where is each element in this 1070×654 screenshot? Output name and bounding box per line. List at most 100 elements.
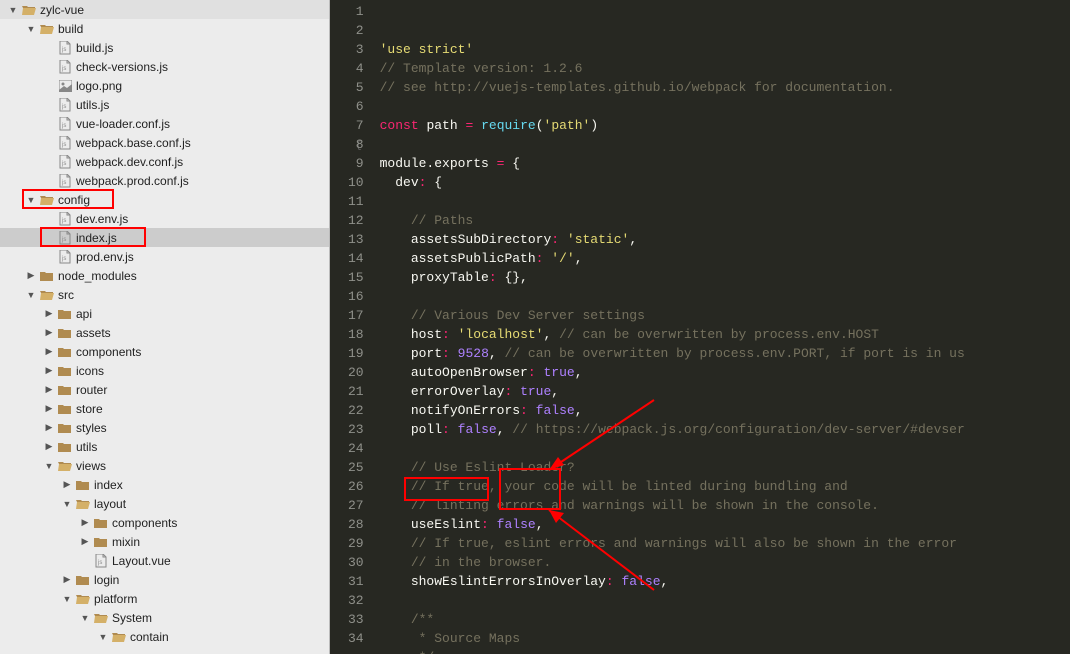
tree-item-index[interactable]: ▶index <box>0 475 329 494</box>
code-line[interactable]: 'use strict' <box>380 40 1070 59</box>
tree-item-webpack-base-conf-js[interactable]: jswebpack.base.conf.js <box>0 133 329 152</box>
code-line[interactable]: errorOverlay: true, <box>380 382 1070 401</box>
code-line[interactable]: assetsPublicPath: '/', <box>380 249 1070 268</box>
code-line[interactable] <box>380 135 1070 154</box>
code-line[interactable]: showEslintErrorsInOverlay: false, <box>380 572 1070 591</box>
expand-arrow-icon[interactable]: ▶ <box>62 574 72 585</box>
tree-item-check-versions-js[interactable]: jscheck-versions.js <box>0 57 329 76</box>
code-line[interactable]: // in the browser. <box>380 553 1070 572</box>
code-line[interactable]: port: 9528, // can be overwritten by pro… <box>380 344 1070 363</box>
expand-arrow-icon[interactable]: ▶ <box>62 479 72 490</box>
expand-arrow-icon[interactable]: ▼ <box>26 24 36 34</box>
expand-arrow-icon[interactable]: ▶ <box>26 270 36 281</box>
code-line[interactable] <box>380 439 1070 458</box>
token-bool: false <box>458 422 497 437</box>
expand-arrow-icon[interactable]: ▼ <box>26 290 36 300</box>
expand-arrow-icon[interactable]: ▼ <box>62 499 72 509</box>
tree-item-utils-js[interactable]: jsutils.js <box>0 95 329 114</box>
tree-item-assets[interactable]: ▶assets <box>0 323 329 342</box>
expand-arrow-icon[interactable]: ▼ <box>80 613 90 623</box>
tree-item-index-js[interactable]: jsindex.js <box>0 228 329 247</box>
tree-item-config[interactable]: ▼config <box>0 190 329 209</box>
expand-arrow-icon[interactable]: ▶ <box>44 308 54 319</box>
svg-text:js: js <box>61 180 66 186</box>
code-line[interactable]: autoOpenBrowser: true, <box>380 363 1070 382</box>
tree-item-views[interactable]: ▼views <box>0 456 329 475</box>
code-line[interactable]: dev: { <box>380 173 1070 192</box>
tree-item-logo-png[interactable]: logo.png <box>0 76 329 95</box>
expand-arrow-icon[interactable]: ▶ <box>44 327 54 338</box>
tree-item-label: webpack.base.conf.js <box>76 136 191 150</box>
expand-arrow-icon[interactable]: ▶ <box>80 517 90 528</box>
tree-item-label: components <box>112 516 177 530</box>
expand-arrow-icon[interactable]: ▶ <box>44 346 54 357</box>
code-line[interactable]: // Use Eslint Loader? <box>380 458 1070 477</box>
code-line[interactable]: // Template version: 1.2.6 <box>380 59 1070 78</box>
code-line[interactable] <box>380 591 1070 610</box>
line-number: 22 <box>348 401 364 420</box>
tree-item-utils[interactable]: ▶utils <box>0 437 329 456</box>
code-line[interactable]: // Paths <box>380 211 1070 230</box>
line-number: 2 <box>348 21 364 40</box>
code-line[interactable]: // Various Dev Server settings <box>380 306 1070 325</box>
tree-item-prod-env-js[interactable]: jsprod.env.js <box>0 247 329 266</box>
tree-item-router[interactable]: ▶router <box>0 380 329 399</box>
tree-item-store[interactable]: ▶store <box>0 399 329 418</box>
code-line[interactable]: useEslint: false, <box>380 515 1070 534</box>
tree-item-platform[interactable]: ▼platform <box>0 589 329 608</box>
tree-item-api[interactable]: ▶api <box>0 304 329 323</box>
code-line[interactable] <box>380 287 1070 306</box>
code-line[interactable]: const path = require('path') <box>380 116 1070 135</box>
code-line[interactable]: module.exports = { <box>380 154 1070 173</box>
code-line[interactable]: // linting errors and warnings will be s… <box>380 496 1070 515</box>
code-line[interactable]: // If true, eslint errors and warnings w… <box>380 534 1070 553</box>
file-tree-sidebar[interactable]: ▼zylc-vue▼buildjsbuild.jsjscheck-version… <box>0 0 330 654</box>
tree-item-contain[interactable]: ▼contain <box>0 627 329 646</box>
expand-arrow-icon[interactable]: ▶ <box>44 403 54 414</box>
tree-item-login[interactable]: ▶login <box>0 570 329 589</box>
code-line[interactable]: proxyTable: {}, <box>380 268 1070 287</box>
code-line[interactable]: // If true, your code will be linted dur… <box>380 477 1070 496</box>
expand-arrow-icon[interactable]: ▼ <box>26 195 36 205</box>
tree-item-icons[interactable]: ▶icons <box>0 361 329 380</box>
code-line[interactable]: poll: false, // https://webpack.js.org/c… <box>380 420 1070 439</box>
expand-arrow-icon[interactable]: ▼ <box>98 632 108 642</box>
code-line[interactable]: // see http://vuejs-templates.github.io/… <box>380 78 1070 97</box>
tree-item-Layout-vue[interactable]: jsLayout.vue <box>0 551 329 570</box>
code-line[interactable]: host: 'localhost', // can be overwritten… <box>380 325 1070 344</box>
tree-item-build-js[interactable]: jsbuild.js <box>0 38 329 57</box>
tree-item-System[interactable]: ▼System <box>0 608 329 627</box>
tree-item-styles[interactable]: ▶styles <box>0 418 329 437</box>
line-number: 16 <box>348 287 364 306</box>
code-line[interactable]: assetsSubDirectory: 'static', <box>380 230 1070 249</box>
code-line[interactable]: * Source Maps <box>380 629 1070 648</box>
code-line[interactable]: */ <box>380 648 1070 654</box>
expand-arrow-icon[interactable]: ▶ <box>44 422 54 433</box>
code-line[interactable] <box>380 97 1070 116</box>
tree-item-dev-env-js[interactable]: jsdev.env.js <box>0 209 329 228</box>
expand-arrow-icon[interactable]: ▶ <box>44 365 54 376</box>
tree-item-components[interactable]: ▶components <box>0 342 329 361</box>
tree-item-mixin[interactable]: ▶mixin <box>0 532 329 551</box>
expand-arrow-icon[interactable]: ▶ <box>44 441 54 452</box>
code-line[interactable]: notifyOnErrors: false, <box>380 401 1070 420</box>
tree-item-components[interactable]: ▶ components <box>0 513 329 532</box>
expand-arrow-icon[interactable]: ▶ <box>44 384 54 395</box>
tree-item-layout[interactable]: ▼layout <box>0 494 329 513</box>
code-line[interactable] <box>380 192 1070 211</box>
token-punc: ( <box>536 118 544 133</box>
code-content[interactable]: 'use strict'// Template version: 1.2.6//… <box>374 0 1070 654</box>
tree-item-webpack-prod-conf-js[interactable]: jswebpack.prod.conf.js <box>0 171 329 190</box>
tree-item-webpack-dev-conf-js[interactable]: jswebpack.dev.conf.js <box>0 152 329 171</box>
expand-arrow-icon[interactable]: ▼ <box>62 594 72 604</box>
tree-item-vue-loader-conf-js[interactable]: jsvue-loader.conf.js <box>0 114 329 133</box>
code-line[interactable]: /** <box>380 610 1070 629</box>
tree-item-node_modules[interactable]: ▶node_modules <box>0 266 329 285</box>
expand-arrow-icon[interactable]: ▼ <box>8 5 18 15</box>
expand-arrow-icon[interactable]: ▶ <box>80 536 90 547</box>
tree-item-src[interactable]: ▼src <box>0 285 329 304</box>
code-editor[interactable]: 1234567{89101112131415161718192021222324… <box>330 0 1070 654</box>
expand-arrow-icon[interactable]: ▼ <box>44 461 54 471</box>
tree-item-build[interactable]: ▼build <box>0 19 329 38</box>
tree-item-zylc-vue[interactable]: ▼zylc-vue <box>0 0 329 19</box>
